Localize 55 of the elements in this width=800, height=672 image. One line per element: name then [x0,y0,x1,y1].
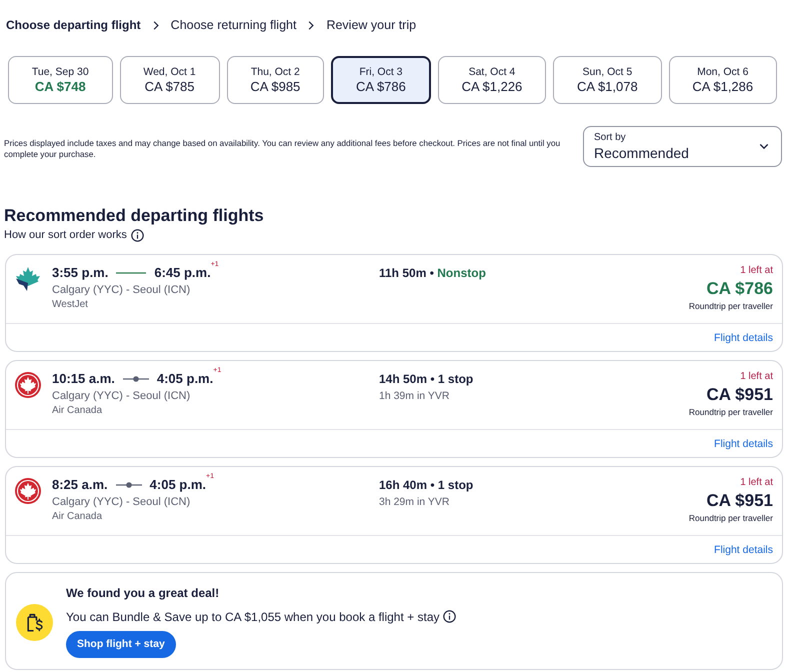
deal-title: We found you a great deal! [66,584,220,600]
date-tab[interactable]: Sat, Oct 4 CA $1,226 [438,56,546,104]
availability-text: 1 left at [740,264,773,278]
bag-dollar-icon [16,604,53,640]
departure-time: 10:15 a.m. [52,371,115,386]
route-text: Calgary (YYC) - Seoul (ICN) [52,283,192,297]
duration-stops-text: 11h 50m • Nonstop [379,265,487,281]
sort-info-link[interactable]: How our sort order works [4,227,127,243]
arrival-time: 4:05 p.m. [150,477,206,492]
flight-details-link[interactable]: Flight details [714,544,773,556]
chevron-right-icon [308,20,314,30]
maple-leaf-logo-icon [15,266,41,292]
layover-text: 1h 39m in YVR [379,389,450,403]
date-tab[interactable]: Sun, Oct 5 CA $1,078 [553,56,662,104]
section-heading: Recommended departing flights [4,205,265,227]
date-tab[interactable]: Wed, Oct 1 CA $785 [120,56,220,104]
airline-name: WestJet [52,298,89,312]
price-text: CA $951 [706,490,773,511]
price-note: Roundtrip per traveller [688,406,773,418]
route-text: Calgary (YYC) - Seoul (ICN) [52,495,192,509]
route-text: Calgary (YYC) - Seoul (ICN) [52,389,192,403]
arrival-time: 6:45 p.m. [154,265,211,280]
date-tab[interactable]: Mon, Oct 6 CA $1,286 [668,56,777,104]
price-note: Roundtrip per traveller [688,300,773,312]
departure-time: 3:55 p.m. [52,265,108,280]
duration-stops-text: 16h 40m • 1 stop [379,477,474,493]
shop-flight-stay-button[interactable]: Shop flight + stay [66,630,176,658]
layover-text: 3h 29m in YVR [379,495,450,509]
departure-time: 8:25 a.m. [52,477,108,492]
chevron-right-icon [152,20,159,30]
sort-dropdown[interactable]: Sort by Recommended [583,126,782,167]
arrival-time: 4:05 p.m. [156,371,214,386]
disclaimer-text: Prices displayed include taxes and may change based on availability. You can review any additional fees before checkout. Prices are not final until you complete your purchase. [4,138,562,160]
date-tab[interactable]: Fri, Oct 3 CA $786 [331,56,431,104]
price-text: CA $786 [706,278,773,299]
breadcrumb-step[interactable]: Review your trip [326,17,416,33]
airline-name: Air Canada [52,404,104,418]
date-tab[interactable]: Tue, Sep 30 CA $748 [8,56,113,104]
maple-leaf-logo-icon [15,478,41,504]
date-tab[interactable]: Thu, Oct 2 CA $985 [226,56,324,104]
price-text: CA $951 [706,384,773,405]
availability-text: 1 left at [740,370,773,384]
breadcrumb-step[interactable]: Choose returning flight [170,17,296,33]
price-note: Roundtrip per traveller [688,512,773,524]
info-icon[interactable] [130,228,144,242]
availability-text: 1 left at [740,476,773,490]
maple-leaf-logo-icon [15,372,41,398]
info-icon[interactable] [442,610,456,623]
flight-details-link[interactable]: Flight details [714,332,773,344]
deal-text: You can Bundle & Save up to CA $1,055 when you book a flight + stay [66,608,440,624]
duration-stops-text: 14h 50m • 1 stop [379,371,474,387]
flight-details-link[interactable]: Flight details [714,438,773,450]
chevron-down-icon [759,143,769,150]
breadcrumb-step[interactable]: Choose departing flight [6,17,141,33]
airline-name: Air Canada [52,510,104,524]
